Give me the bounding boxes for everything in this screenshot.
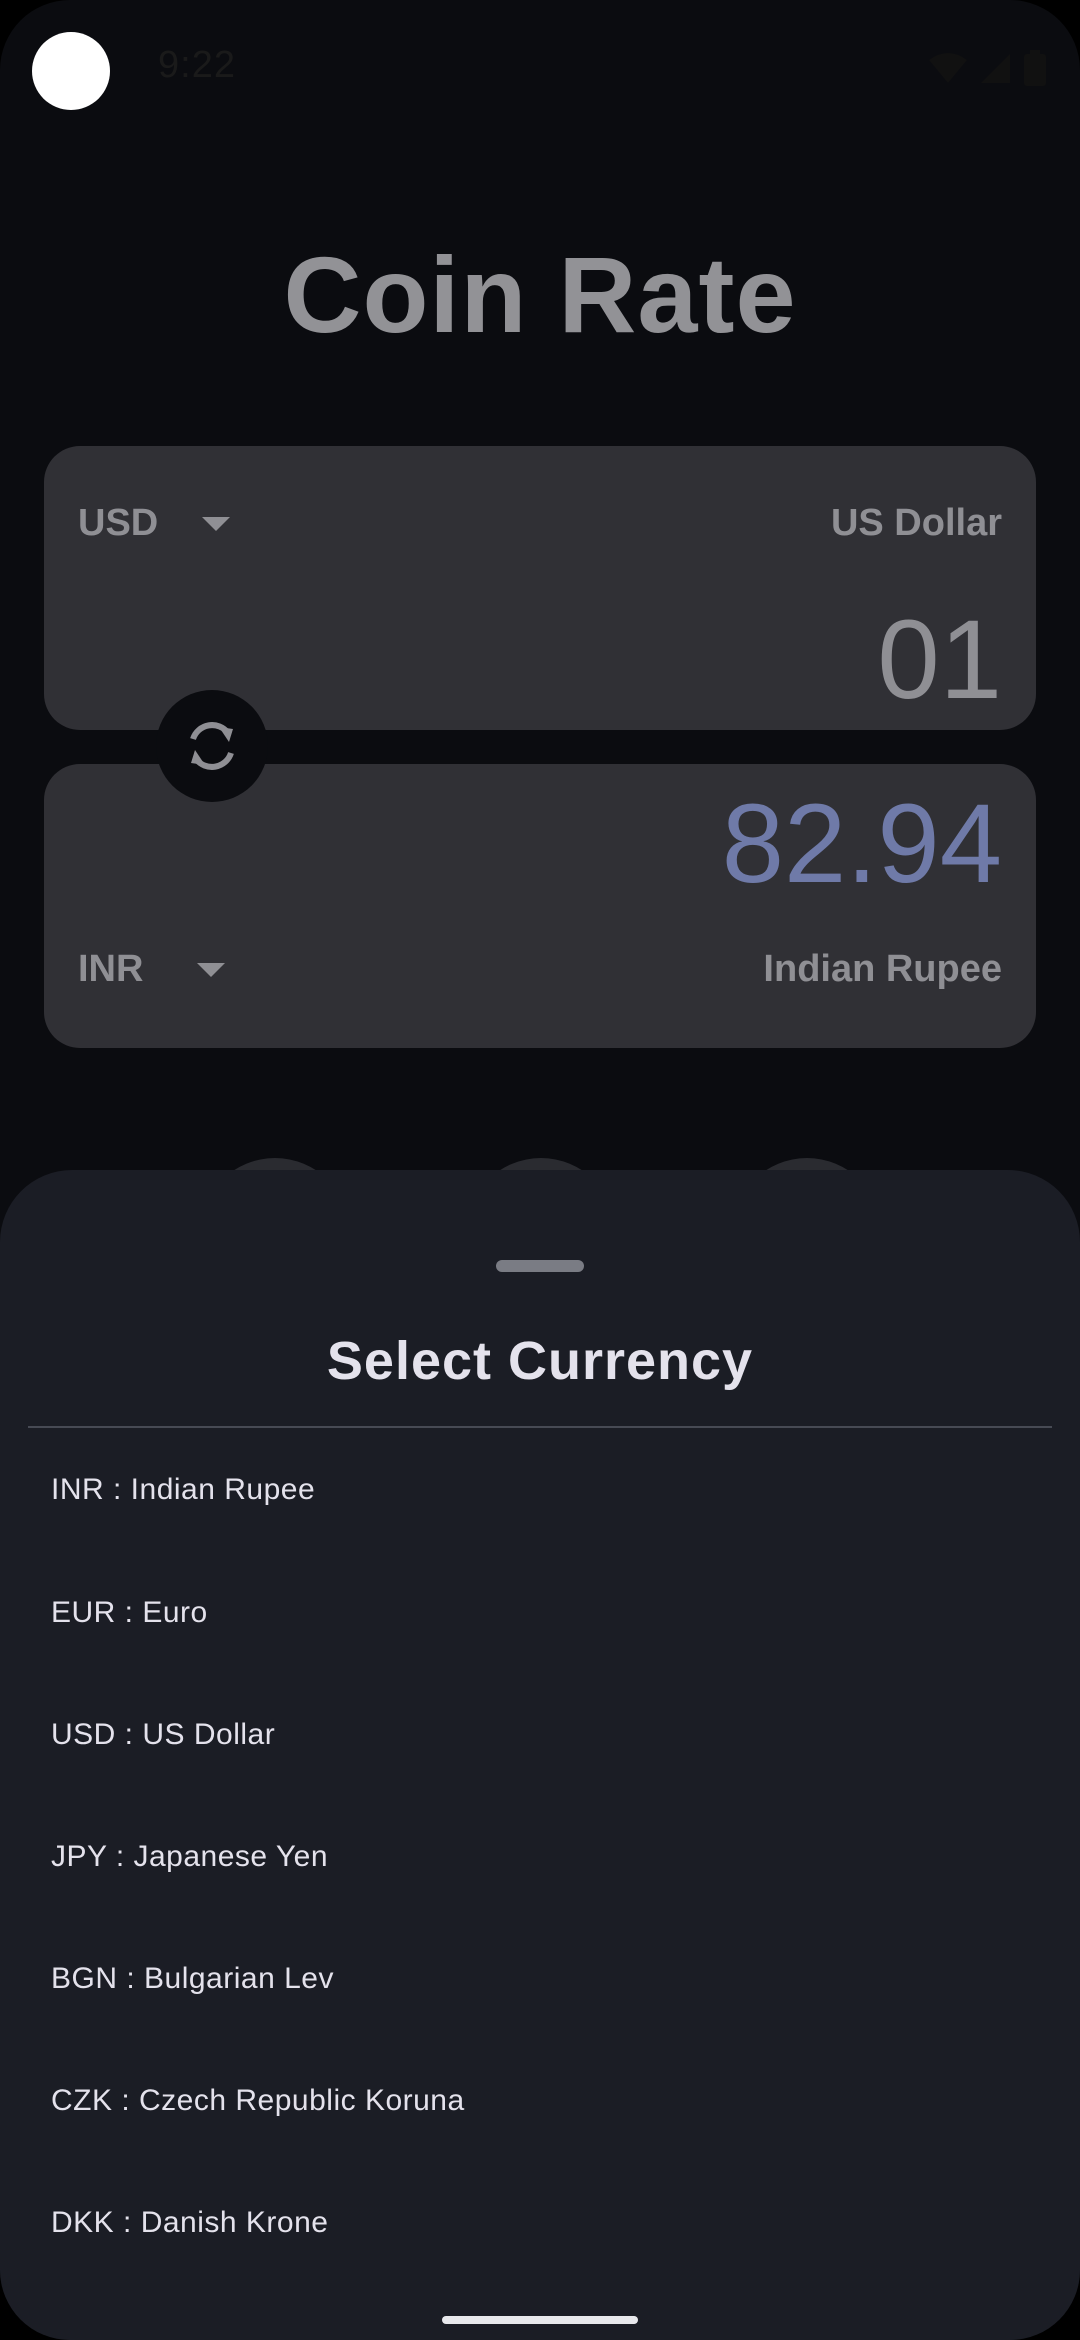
from-currency-code: USD [78, 502, 159, 544]
app-title: Coin Rate [283, 234, 797, 355]
gesture-nav-handle[interactable] [442, 2316, 638, 2324]
currency-option[interactable]: EUR : Euro [0, 1552, 1080, 1674]
chevron-down-icon [202, 516, 231, 531]
to-currency-name: Indian Rupee [763, 948, 1002, 990]
currency-option[interactable]: USD : US Dollar [0, 1674, 1080, 1796]
from-amount-input[interactable]: 01 [877, 604, 1002, 716]
currency-option[interactable]: INR : Indian Rupee [0, 1428, 1080, 1552]
to-currency-card: 82.94 INR Indian Rupee [44, 764, 1036, 1048]
converted-amount: 82.94 [721, 781, 1002, 906]
currency-bottom-sheet: Select Currency INR : Indian Rupee EUR :… [0, 1170, 1080, 2340]
swap-refresh-icon [190, 722, 234, 770]
signal-icon [981, 54, 1010, 83]
from-currency-card: USD US Dollar 01 [44, 446, 1036, 730]
swap-currencies-button[interactable] [156, 690, 268, 802]
chevron-down-icon [197, 962, 226, 977]
sheet-drag-handle[interactable] [496, 1260, 584, 1272]
currency-option[interactable]: CZK : Czech Republic Koruna [0, 2040, 1080, 2162]
currency-option[interactable]: BGN : Bulgarian Lev [0, 1918, 1080, 2040]
currency-option[interactable]: JPY : Japanese Yen [0, 1796, 1080, 1918]
currency-list: INR : Indian Rupee EUR : Euro USD : US D… [0, 1428, 1080, 2284]
to-currency-dropdown[interactable]: INR [78, 948, 226, 991]
from-currency-dropdown[interactable]: USD [78, 502, 231, 545]
wifi-icon [929, 53, 967, 83]
camera-cutout [32, 32, 110, 110]
app-screen: 9:22 Coin Rate USD US Dollar 01 82.94 IN… [0, 0, 1080, 2340]
currency-option[interactable]: DKK : Danish Krone [0, 2162, 1080, 2284]
status-icons [928, 50, 1046, 86]
to-currency-code: INR [78, 948, 144, 990]
status-bar: 9:22 [0, 0, 1080, 140]
from-currency-name: US Dollar [830, 502, 1002, 544]
sheet-title: Select Currency [326, 1331, 754, 1391]
status-time: 9:22 [158, 44, 236, 86]
battery-icon [1024, 50, 1046, 86]
